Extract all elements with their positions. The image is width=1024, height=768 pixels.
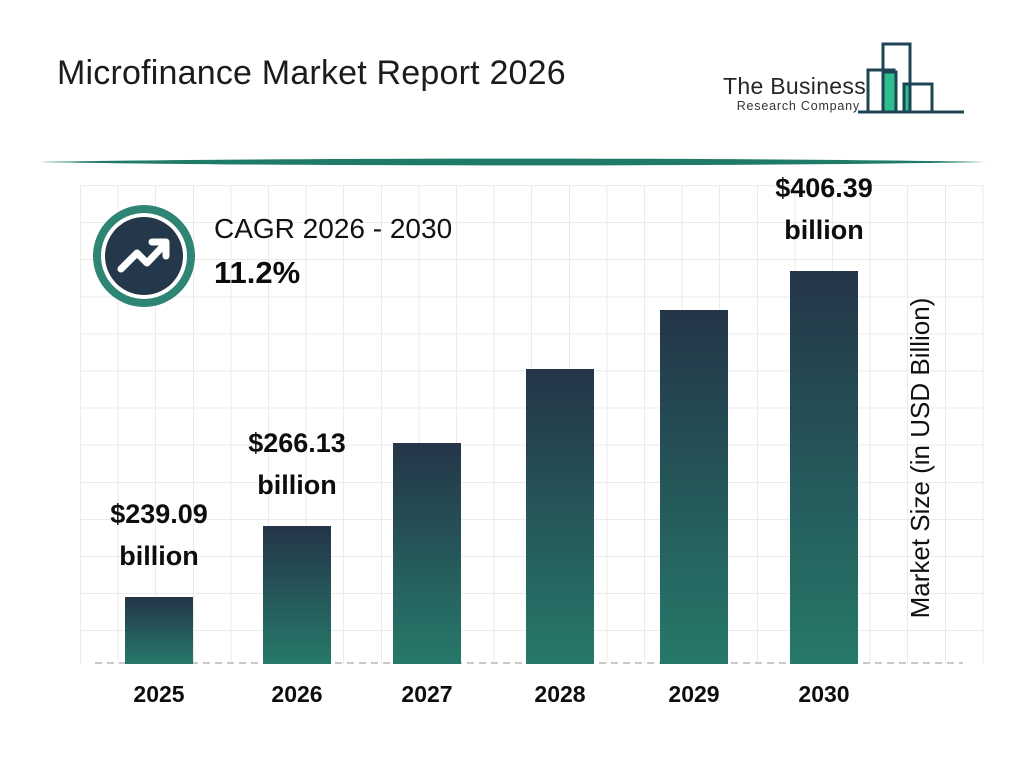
cagr-block: CAGR 2026 - 2030 11.2%: [92, 204, 452, 308]
infographic-canvas: Microfinance Market Report 2026 The Busi…: [0, 0, 1024, 768]
bar-2028: [526, 369, 594, 664]
header-divider: [40, 158, 985, 166]
bar-2025: [125, 597, 193, 664]
bar-value-label-2030: $406.39 billion: [775, 173, 873, 245]
x-axis-label-2030: 2030: [798, 681, 850, 707]
trend-up-icon: [93, 205, 195, 307]
bar-value-label-2026: $266.13 billion: [248, 428, 346, 500]
x-axis-label-2029: 2029: [668, 681, 720, 707]
brand-logo: The Business Research Company: [718, 35, 970, 117]
logo-subtitle: Research Company: [736, 99, 860, 114]
y-axis-title: Market Size (in USD Billion): [905, 297, 935, 619]
cagr-value: 11.2%: [214, 254, 301, 290]
x-axis-label-2026: 2026: [271, 681, 323, 707]
bar-2026: [263, 526, 331, 664]
page-title: Microfinance Market Report 2026: [57, 54, 566, 92]
x-axis-label-2028: 2028: [534, 681, 586, 707]
x-axis-label-2027: 2027: [401, 681, 453, 707]
bar-2027: [393, 443, 461, 664]
logo-bars-icon: [858, 42, 964, 114]
x-axis-label-2025: 2025: [133, 681, 185, 707]
cagr-label: CAGR 2026 - 2030: [214, 213, 453, 244]
bar-2030: [790, 271, 858, 664]
bar-2029: [660, 310, 728, 664]
logo-name: The Business: [723, 73, 866, 99]
